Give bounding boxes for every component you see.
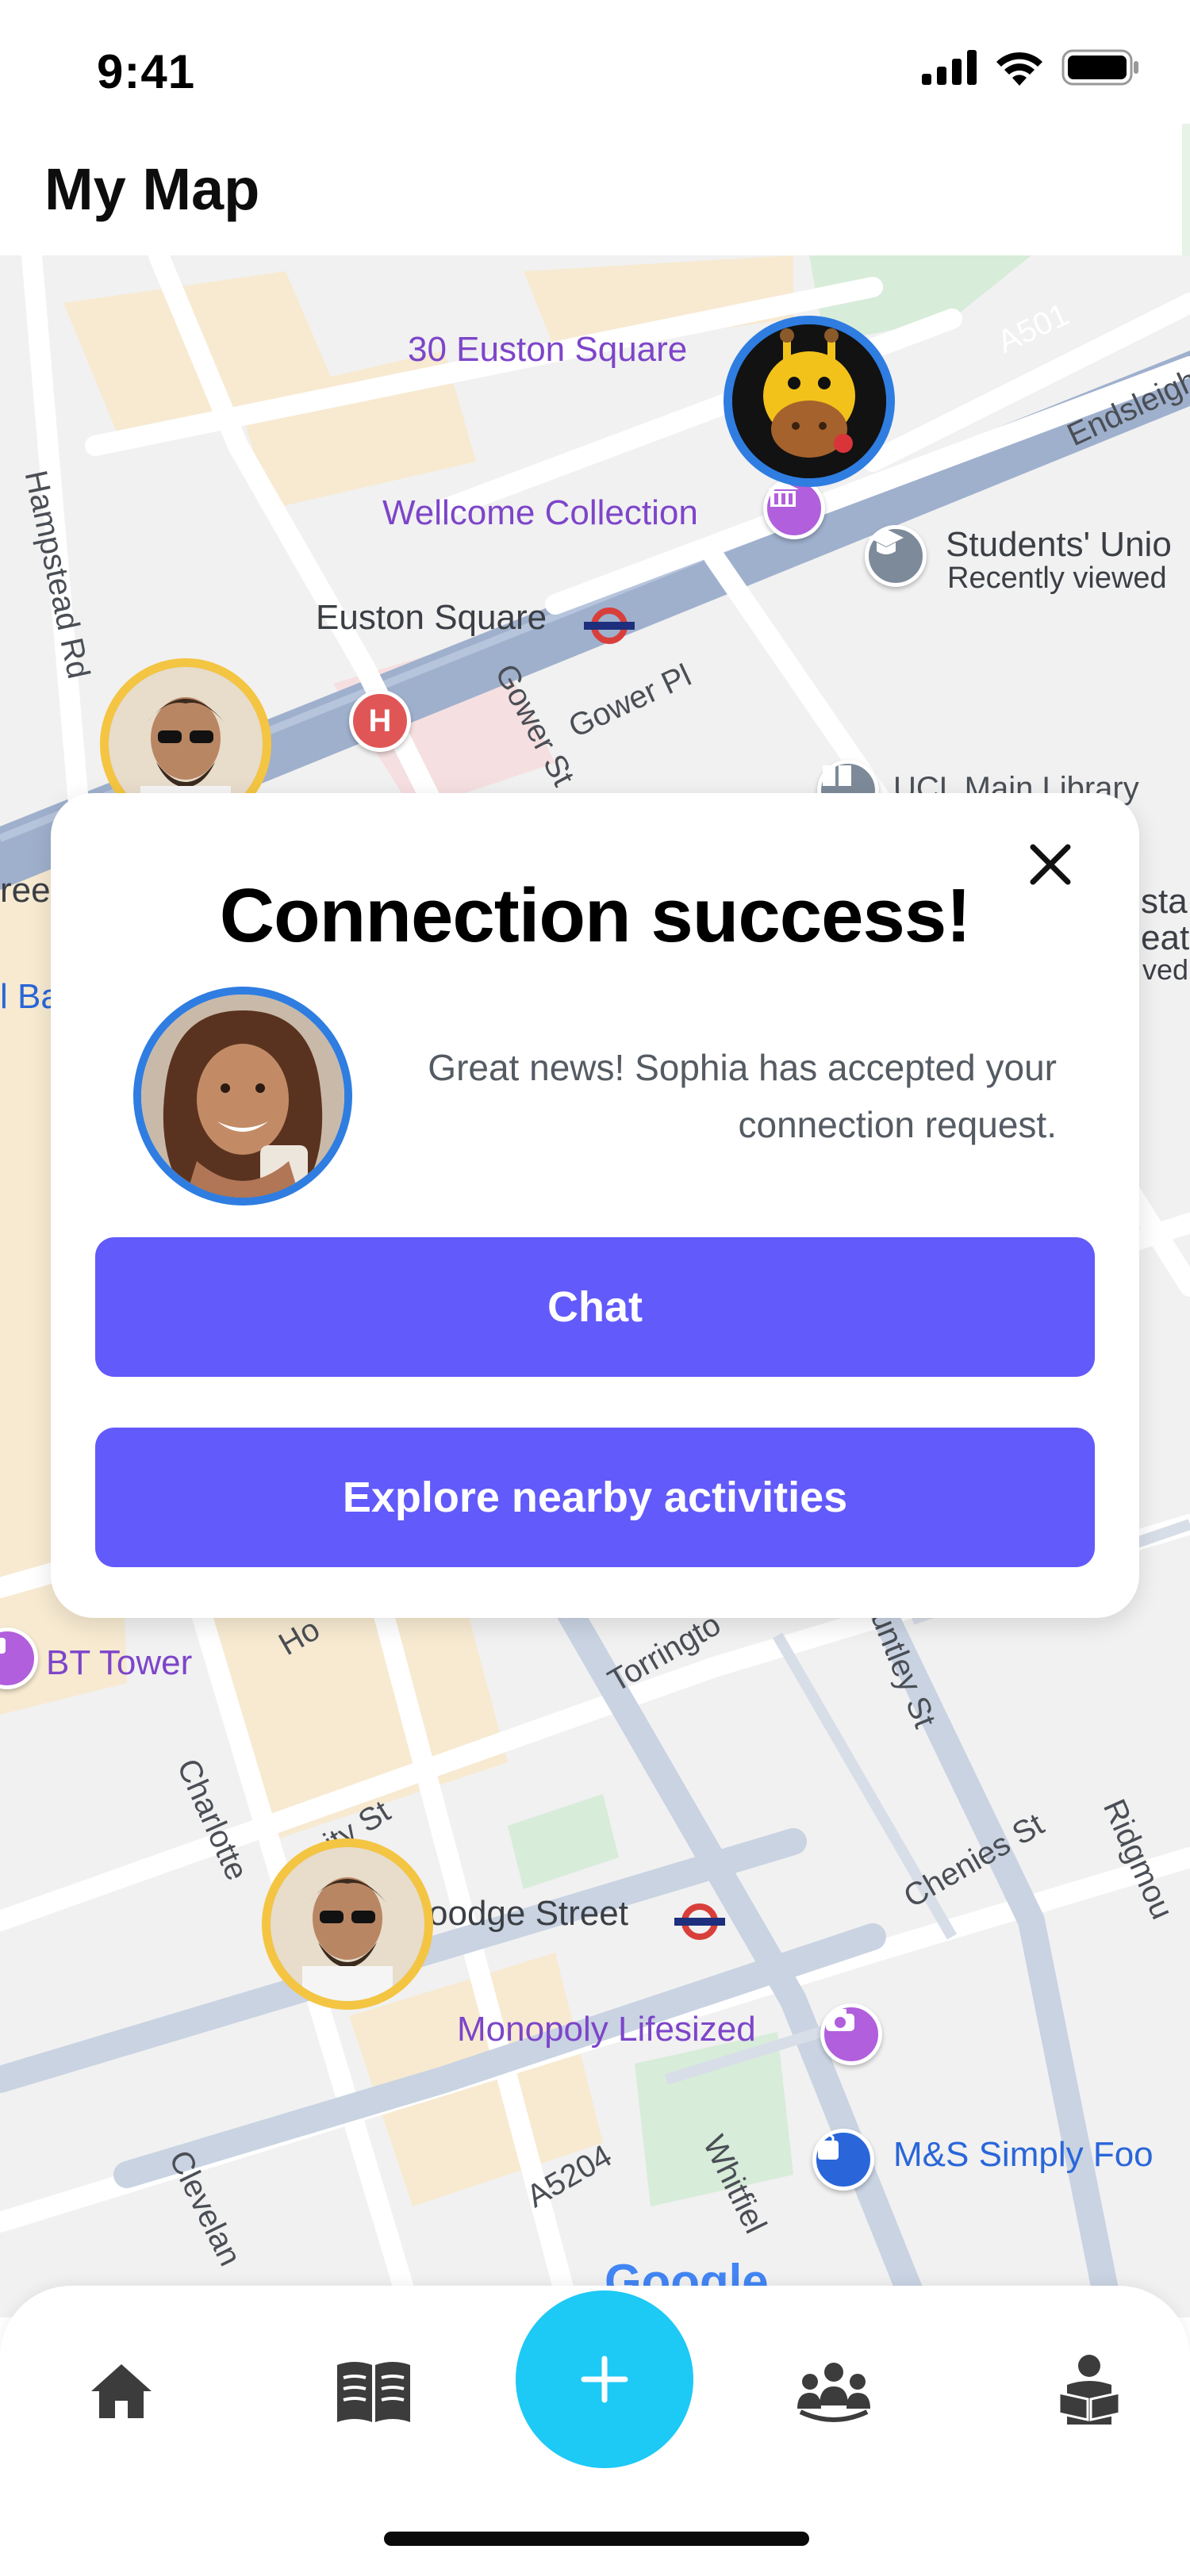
map-label-recently-viewed: Recently viewed <box>947 562 1167 595</box>
map-label-wellcome-collection: Wellcome Collection <box>382 493 698 532</box>
map-label-left-fragment: ree <box>0 871 51 910</box>
map-label-euston-square: Euston Square <box>316 598 547 637</box>
underground-icon-goodge <box>674 1903 725 1940</box>
signal-icon <box>922 50 977 85</box>
shopping-poi-icon[interactable] <box>812 2129 874 2191</box>
connection-success-dialog: Connection success! Great news! Sophia h… <box>51 793 1139 1618</box>
chat-button[interactable]: Chat <box>95 1237 1095 1377</box>
explore-activities-button[interactable]: Explore nearby activities <box>95 1428 1095 1567</box>
book-icon <box>337 2362 410 2422</box>
map-label-right-fragment-2: eat <box>1141 918 1190 957</box>
dialog-title: Connection success! <box>219 873 972 958</box>
header-edge <box>1182 124 1190 259</box>
hospital-poi-icon[interactable]: H <box>349 690 411 752</box>
university-poi-icon[interactable] <box>865 525 927 587</box>
giraffe-avatar-marker[interactable] <box>724 316 895 487</box>
dialog-message-line-1: Great news! Sophia has accepted your <box>428 1047 1057 1088</box>
map-label-goodge-street: oodge Street <box>428 1894 628 1933</box>
group-icon <box>797 2363 870 2422</box>
add-button[interactable] <box>516 2290 693 2468</box>
status-bar: 9:41 <box>0 0 1190 151</box>
map-label-students-union: Students' Unio <box>946 525 1172 564</box>
map-label-monopoly: Monopoly Lifesized <box>457 2010 756 2049</box>
nav-stories[interactable] <box>330 2348 417 2435</box>
page-title: My Map <box>44 156 260 222</box>
underground-icon <box>584 608 635 644</box>
map-label-right-fragment: sta <box>1141 882 1188 921</box>
status-icons <box>922 49 1139 86</box>
map-label-bt-tower: BT Tower <box>46 1643 193 1682</box>
nav-learning[interactable] <box>1046 2348 1133 2435</box>
map-label-right-fragment-3: ved <box>1142 953 1189 986</box>
reader-icon <box>1058 2355 1121 2425</box>
dialog-message: Great news! Sophia has accepted your con… <box>311 1039 1057 1153</box>
dialog-message-line-2: connection request. <box>738 1104 1058 1145</box>
home-icon <box>91 2364 152 2418</box>
user-avatar-marker-2[interactable] <box>262 1838 433 2010</box>
giraffe-icon <box>732 324 886 478</box>
status-time: 9:41 <box>97 45 196 98</box>
museum-poi-icon[interactable] <box>763 477 825 539</box>
man-avatar-icon-2 <box>271 1847 424 2001</box>
home-indicator <box>384 2532 809 2546</box>
map-label-30-euston-square: 30 Euston Square <box>408 330 688 369</box>
nav-home[interactable] <box>78 2348 165 2435</box>
wifi-icon <box>996 52 1042 86</box>
camera-poi-icon[interactable] <box>820 2003 882 2065</box>
battery-icon <box>1061 49 1138 86</box>
nav-community[interactable] <box>790 2348 877 2435</box>
hospital-letter: H <box>368 703 392 738</box>
map-label-ms-food: M&S Simply Foo <box>893 2135 1154 2174</box>
add-icon <box>581 2356 628 2403</box>
